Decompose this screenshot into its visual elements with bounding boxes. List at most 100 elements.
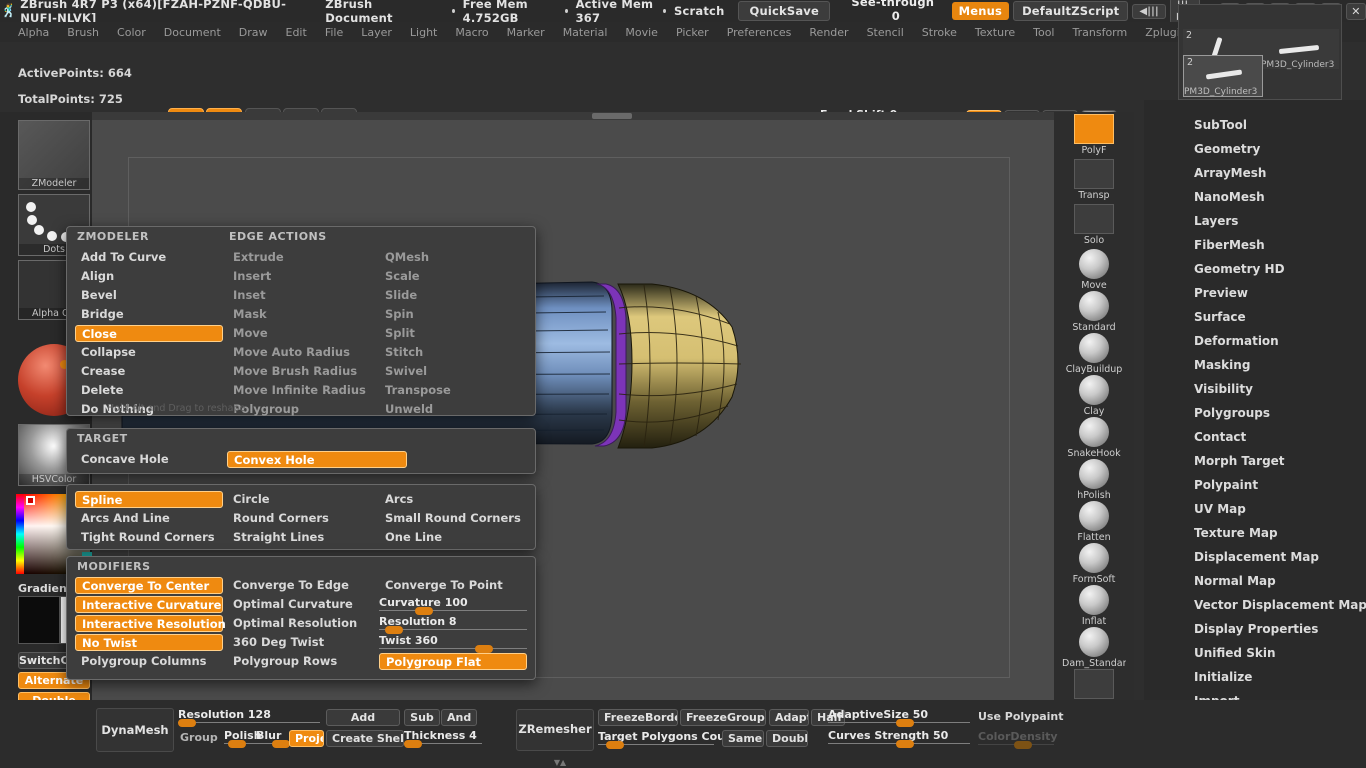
menu-item-transform[interactable]: Transform <box>1065 24 1136 41</box>
color-density-track[interactable] <box>978 744 1054 745</box>
side-menu-item-layers[interactable]: Layers <box>1194 214 1238 228</box>
curves-strength-slider[interactable]: Curves Strength 50 <box>828 729 970 744</box>
zmodeler-action-move[interactable]: Move <box>227 325 375 342</box>
modifier-interactive-resolution[interactable]: Interactive Resolution <box>75 615 223 632</box>
menu-item-light[interactable]: Light <box>402 24 445 41</box>
modifier-resolution-8-slider[interactable]: Resolution 8 <box>379 615 527 630</box>
side-menu-item-visibility[interactable]: Visibility <box>1194 382 1253 396</box>
zmodeler-action-move-auto-radius[interactable]: Move Auto Radius <box>227 344 375 361</box>
side-menu-item-initialize[interactable]: Initialize <box>1194 670 1252 684</box>
add-button[interactable]: Add <box>326 709 400 726</box>
modifier-curvature-100-knob[interactable] <box>415 607 433 615</box>
brush-flatten[interactable]: Flatten <box>1062 501 1126 543</box>
menu-item-tool[interactable]: Tool <box>1025 24 1062 41</box>
zmodeler-action-add-to-curve[interactable]: Add To Curve <box>75 249 223 266</box>
thickness-knob[interactable] <box>404 740 422 748</box>
modifier-converge-to-edge[interactable]: Converge To Edge <box>227 577 375 594</box>
modifier-polygroup-columns[interactable]: Polygroup Columns <box>75 653 223 670</box>
brush-formsoft[interactable]: FormSoft <box>1062 543 1126 585</box>
color-density-slider[interactable]: ColorDensity <box>978 730 1054 745</box>
shape-popup[interactable]: SplineArcs And LineTight Round CornersCi… <box>66 484 536 550</box>
transparency-button[interactable]: Transp <box>1062 159 1126 201</box>
modifier-twist-360-track[interactable] <box>379 648 527 649</box>
modifier-resolution-8-track[interactable] <box>379 629 527 630</box>
zmodeler-action-qmesh[interactable]: QMesh <box>379 249 527 266</box>
zmodeler-action-unweld[interactable]: Unweld <box>379 401 527 418</box>
shape-option-one-line[interactable]: One Line <box>379 529 527 546</box>
zmodeler-action-inset[interactable]: Inset <box>227 287 375 304</box>
color-density-knob[interactable] <box>1014 741 1032 749</box>
primary-color-swatch[interactable] <box>18 596 60 644</box>
polish-knob[interactable] <box>228 740 246 748</box>
menu-item-file[interactable]: File <box>317 24 351 41</box>
modifier-converge-to-center[interactable]: Converge To Center <box>75 577 223 594</box>
brush-snakehook[interactable]: SnakeHook <box>1062 417 1126 459</box>
zmodeler-actions-popup[interactable]: ZMODELER EDGE ACTIONS Add To CurveAlignB… <box>66 226 536 416</box>
curves-strength-knob[interactable] <box>896 740 914 748</box>
menu-item-edit[interactable]: Edit <box>278 24 315 41</box>
subtool-thumbnail-panel[interactable]: 2 PM3D_Cylinder3 PM3D_Cylinder3 2 PM3D_C… <box>1178 4 1342 100</box>
side-menu-item-preview[interactable]: Preview <box>1194 286 1248 300</box>
side-menu-item-vector-displacement-map[interactable]: Vector Displacement Map <box>1194 598 1366 612</box>
subtool-thumb-2[interactable]: PM3D_Cylinder3 <box>1261 29 1339 69</box>
target-polygons-track[interactable] <box>598 744 714 745</box>
shape-option-spline[interactable]: Spline <box>75 491 223 508</box>
zmodeler-action-split[interactable]: Split <box>379 325 527 342</box>
bottom-scroll-indicator[interactable]: ▼▲ <box>500 758 620 764</box>
zmodeler-action-insert[interactable]: Insert <box>227 268 375 285</box>
modifier-converge-to-point[interactable]: Converge To Point <box>379 577 527 594</box>
brush-clay[interactable]: Clay <box>1062 375 1126 417</box>
side-menu-item-deformation[interactable]: Deformation <box>1194 334 1279 348</box>
resolution-knob[interactable] <box>178 719 196 727</box>
target-popup[interactable]: TARGET Concave Hole Convex Hole <box>66 428 536 474</box>
zmodeler-action-extrude[interactable]: Extrude <box>227 249 375 266</box>
modifier-twist-360-slider[interactable]: Twist 360 <box>379 634 527 649</box>
zmodeler-action-crease[interactable]: Crease <box>75 363 223 380</box>
menu-item-document[interactable]: Document <box>156 24 229 41</box>
sub-button[interactable]: Sub <box>404 709 440 726</box>
menu-item-stroke[interactable]: Stroke <box>914 24 965 41</box>
zmodeler-action-scale[interactable]: Scale <box>379 268 527 285</box>
side-menu-item-polygroups[interactable]: Polygroups <box>1194 406 1270 420</box>
create-shell-button[interactable]: Create Shell <box>326 730 404 747</box>
subtool-thumb-3-selected[interactable]: 2 PM3D_Cylinder3 <box>1183 55 1263 97</box>
menu-item-preferences[interactable]: Preferences <box>719 24 800 41</box>
target-polygons-count-slider[interactable]: Target Polygons Count <box>598 730 714 745</box>
resolution-track[interactable] <box>178 722 320 723</box>
brush-move[interactable]: Move <box>1062 249 1126 291</box>
menu-item-layer[interactable]: Layer <box>353 24 400 41</box>
target-option-concave-hole[interactable]: Concave Hole <box>75 451 225 468</box>
menu-item-movie[interactable]: Movie <box>617 24 666 41</box>
quicksave-button[interactable]: QuickSave <box>738 1 830 21</box>
menu-item-macro[interactable]: Macro <box>447 24 496 41</box>
zremesher-group[interactable]: ZRemesher <box>516 709 594 751</box>
brush-hpolish[interactable]: hPolish <box>1062 459 1126 501</box>
zmodeler-action-close[interactable]: Close <box>75 325 223 342</box>
modifier-optimal-curvature[interactable]: Optimal Curvature <box>227 596 375 613</box>
zmodeler-action-bridge[interactable]: Bridge <box>75 306 223 323</box>
solo-button[interactable]: Solo <box>1062 204 1126 246</box>
thickness-track[interactable] <box>404 743 482 744</box>
adaptive-size-track[interactable] <box>828 722 970 723</box>
same-button[interactable]: Same <box>722 730 764 747</box>
adaptive-size-slider[interactable]: AdaptiveSize 50 <box>828 708 970 723</box>
close-icon[interactable]: ✕ <box>1346 3 1366 20</box>
side-menu-item-masking[interactable]: Masking <box>1194 358 1250 372</box>
thickness-slider[interactable]: Thickness 4 <box>404 729 482 744</box>
modifier-twist-360-knob[interactable] <box>475 645 493 653</box>
menu-item-alpha[interactable]: Alpha <box>10 24 57 41</box>
zmodeler-action-move-infinite-radius[interactable]: Move Infinite Radius <box>227 382 375 399</box>
zmodeler-action-stitch[interactable]: Stitch <box>379 344 527 361</box>
freeze-border-button[interactable]: FreezeBorder <box>598 709 678 726</box>
side-menu-item-displacement-map[interactable]: Displacement Map <box>1194 550 1319 564</box>
zmodeler-action-spin[interactable]: Spin <box>379 306 527 323</box>
modifier-curvature-100-track[interactable] <box>379 610 527 611</box>
proje-button[interactable]: Proje <box>289 730 324 747</box>
modifier-360-deg-twist[interactable]: 360 Deg Twist <box>227 634 375 651</box>
and-button[interactable]: And <box>441 709 477 726</box>
current-brush-slot[interactable]: ZModeler <box>18 120 90 190</box>
curves-strength-track[interactable] <box>828 743 970 744</box>
modifier-no-twist[interactable]: No Twist <box>75 634 223 651</box>
scroll-left-button[interactable]: ◀||| <box>1132 4 1165 19</box>
brush-dam-standard[interactable]: Dam_Standard <box>1062 627 1126 669</box>
